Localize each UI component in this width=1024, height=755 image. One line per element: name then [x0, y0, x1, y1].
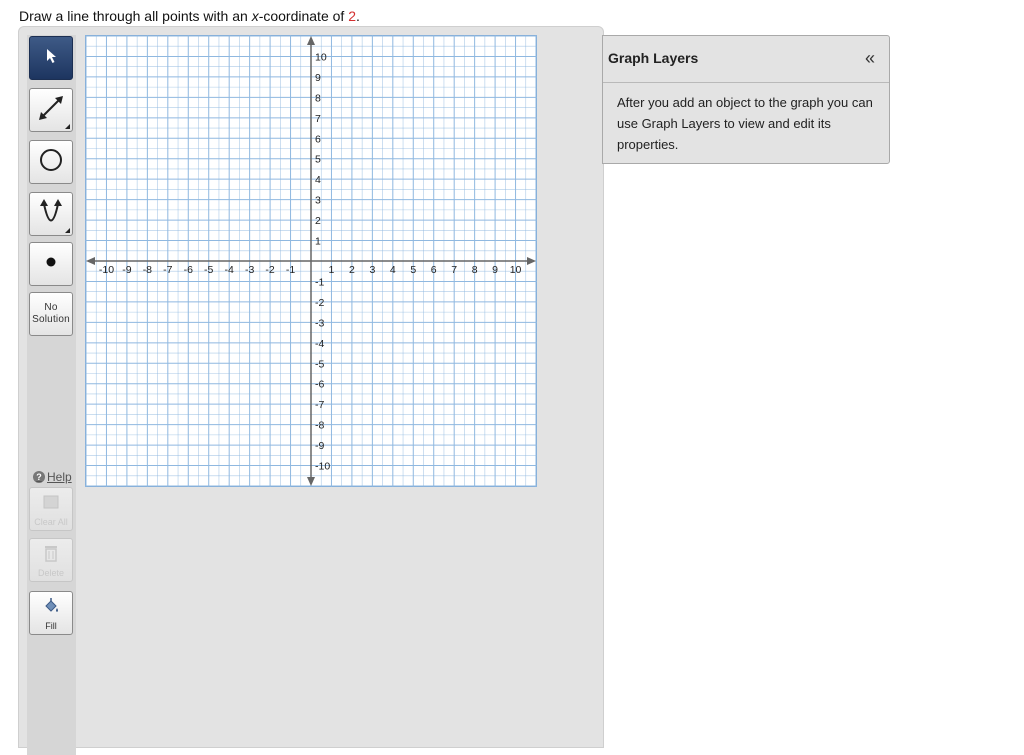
point-tool-button[interactable] [29, 242, 73, 286]
no-solution-label-line2: Solution [32, 314, 70, 325]
x-tick-label: -7 [163, 264, 172, 276]
x-tick-label: -10 [99, 264, 114, 276]
delete-button[interactable]: Delete [29, 538, 73, 582]
clear-all-icon [43, 495, 59, 514]
x-tick-label: 7 [451, 264, 457, 276]
clear-all-button[interactable]: Clear All [29, 487, 73, 531]
x-tick-label: -6 [184, 264, 193, 276]
help-label: Help [47, 470, 72, 484]
y-tick-label: 1 [315, 236, 321, 248]
prompt-variable: x [251, 8, 259, 24]
y-tick-label: -10 [315, 461, 330, 473]
question-prompt: Draw a line through all points with an x… [19, 7, 360, 25]
y-tick-label: 3 [315, 195, 321, 207]
y-tick-label: 4 [315, 174, 321, 186]
circle-tool-icon [38, 147, 64, 178]
y-tick-label: -9 [315, 440, 324, 452]
prompt-middle: -coordinate of [258, 8, 349, 24]
x-tick-label: 5 [410, 264, 416, 276]
paint-bucket-icon [42, 597, 60, 619]
y-tick-label: -2 [315, 297, 324, 309]
point-tool-icon [45, 255, 57, 273]
y-tick-label: -7 [315, 399, 324, 411]
pointer-tool-button[interactable] [29, 36, 73, 80]
x-tick-label: 8 [472, 264, 478, 276]
fill-label: Fill [45, 621, 57, 631]
y-tick-label: -5 [315, 358, 324, 370]
x-tick-label: -4 [225, 264, 234, 276]
x-tick-label: 1 [329, 264, 335, 276]
parabola-tool-button[interactable] [29, 192, 73, 236]
y-tick-label: -1 [315, 276, 324, 288]
x-tick-label: -8 [143, 264, 152, 276]
submenu-indicator-icon [65, 228, 70, 233]
graph-layers-title: Graph Layers [608, 50, 699, 66]
delete-label: Delete [37, 568, 64, 578]
y-tick-label: -6 [315, 379, 324, 391]
coordinate-graph[interactable]: -10 -9 -8 -7 -6 -5 -4 -3 -2 -1 1 2 3 4 5 6 7 8 9 10 10 9 8 7 6 5 4… [85, 35, 537, 487]
line-tool-button[interactable] [29, 88, 73, 132]
graph-layers-description: After you add an object to the graph you… [617, 95, 873, 152]
pointer-arrow-icon [44, 48, 58, 69]
help-link[interactable]: ? Help [33, 470, 72, 484]
y-tick-label: 6 [315, 133, 321, 145]
y-tick-label: 9 [315, 72, 321, 84]
y-tick-label: -8 [315, 420, 324, 432]
prompt-suffix: . [355, 8, 360, 24]
parabola-tool-icon [36, 197, 66, 232]
x-tick-label: 2 [349, 264, 355, 276]
circle-tool-button[interactable] [29, 140, 73, 184]
clear-all-label: Clear All [34, 517, 68, 527]
y-tick-label: 7 [315, 113, 321, 125]
graph-layers-panel: Graph Layers « After you add an object t… [602, 35, 890, 164]
y-tick-label: -3 [315, 317, 324, 329]
y-tick-label: -4 [315, 338, 324, 350]
no-solution-button[interactable]: No Solution [29, 292, 73, 336]
x-tick-label: 3 [369, 264, 375, 276]
prompt-value: 2 [348, 8, 356, 24]
y-tick-label: 5 [315, 154, 321, 166]
y-tick-label: 10 [315, 51, 327, 63]
x-tick-label: 9 [492, 264, 498, 276]
x-tick-label: 6 [431, 264, 437, 276]
x-tick-label: -9 [122, 264, 131, 276]
x-tick-label: 10 [510, 264, 522, 276]
graph-layers-header: Graph Layers « [603, 36, 889, 83]
y-tick-label: 2 [315, 215, 321, 227]
y-tick-label: 8 [315, 92, 321, 104]
x-tick-label: -5 [204, 264, 213, 276]
double-chevron-left-icon[interactable]: « [865, 48, 875, 69]
x-tick-label: -1 [286, 264, 295, 276]
prompt-prefix: Draw a line through all points with an [19, 8, 252, 24]
help-question-icon: ? [33, 471, 45, 483]
submenu-indicator-icon [65, 124, 70, 129]
trash-icon [43, 544, 59, 567]
x-tick-label: -2 [265, 264, 274, 276]
x-tick-label: 4 [390, 264, 396, 276]
fill-button[interactable]: Fill [29, 591, 73, 635]
no-solution-label-line1: No [44, 302, 58, 313]
x-tick-label: -3 [245, 264, 254, 276]
line-tool-icon [36, 93, 66, 128]
